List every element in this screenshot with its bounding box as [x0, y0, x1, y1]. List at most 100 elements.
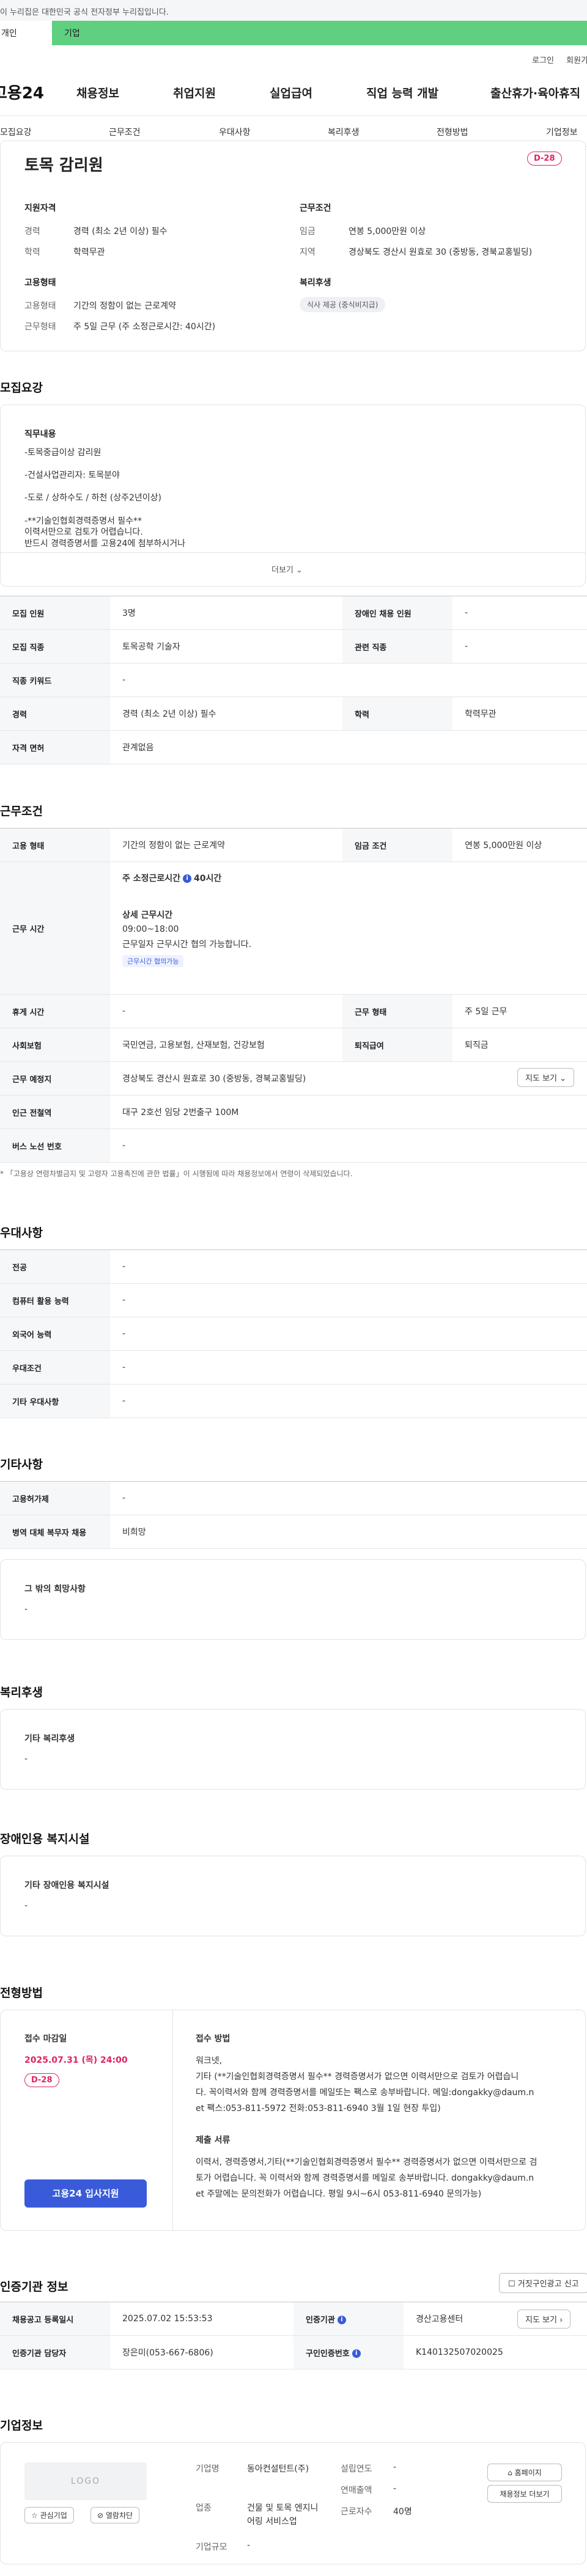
cell-label: 근무 형태: [342, 994, 452, 1028]
weekly-hours-label: 주 소정근로시간: [122, 874, 181, 884]
report-label: 거짓구인광고 신고: [517, 2280, 579, 2289]
table-row: 모집 직종 토목공학 기술자 관련 직종 -: [0, 629, 587, 664]
cell-value: 대구 2호선 임당 2번출구 100M: [110, 1095, 587, 1129]
cell-label: 기타 우대사항: [0, 1384, 110, 1418]
cell-label: 구인인증번호 i: [294, 2335, 404, 2369]
join-link[interactable]: 회원가입: [566, 56, 587, 65]
favorite-company-button[interactable]: ☆ 관심기업: [24, 2507, 74, 2523]
anchor-process[interactable]: 전형방법: [437, 126, 468, 138]
cell-value: K140132507020025: [404, 2335, 587, 2369]
gnb-job-info[interactable]: 채용정보: [76, 84, 119, 101]
login-link[interactable]: 로그인: [532, 56, 554, 65]
apply-button[interactable]: 고용24 입사지원: [24, 2179, 147, 2208]
sales-value: -: [393, 2484, 397, 2494]
homepage-button[interactable]: ⌂ 홈페이지: [487, 2464, 562, 2481]
more-jobs-button[interactable]: 채용정보 더보기: [487, 2485, 562, 2503]
etc-table: 고용허가제 - 병역 대체 복무자 채용 비희망: [0, 1481, 587, 1549]
worktype-value: 주 5일 근무 (주 소정근로시간: 40시간): [73, 322, 216, 332]
table-row: 버스 노선 번호 -: [0, 1129, 587, 1163]
cell-value: -: [110, 1283, 587, 1317]
cell-value: 연봉 5,000만원 이상: [452, 828, 587, 862]
conditions-heading: 근무조건: [300, 203, 331, 213]
method-line: 기타 (**기술인협회경력증명서 필수** 경력증명서가 없으면 이력서만으로 …: [196, 2072, 519, 2082]
anchor-company[interactable]: 기업정보: [546, 126, 578, 138]
tab-company[interactable]: 기업: [52, 21, 587, 45]
qualification-heading: 지원자격: [24, 203, 56, 213]
age-notice: * 「고용상 연령차별금지 및 고령자 고용촉진에 관한 법률」이 시행됨에 따…: [0, 1169, 353, 1178]
table-row: 채용공고 등록일시 2025.07.02 15:53:53 인증기관 i 경산고용…: [0, 2302, 587, 2336]
cell-value: -: [110, 994, 342, 1028]
anchor-welfare[interactable]: 복리후생: [328, 126, 360, 138]
cell-label: 근무 시간: [0, 862, 110, 995]
size-value: -: [247, 2541, 251, 2550]
favorite-label: 관심기업: [40, 2511, 67, 2520]
agency-map-button[interactable]: 지도 보기 ›: [517, 2310, 571, 2329]
method-heading: 접수 방법: [196, 2034, 231, 2044]
table-row: 직종 키워드 -: [0, 663, 587, 697]
area-value: 경상북도 경산시 원효로 30 (중방동, 경북교홍빌딩): [349, 247, 533, 257]
cell-value: 2025.07.02 15:53:53: [110, 2302, 294, 2336]
cell-label: 장애인 채용 인원: [342, 596, 452, 630]
gnb-vocational-training[interactable]: 직업 능력 개발: [366, 84, 438, 101]
welfare-chip: 식사 제공 (중식비지급): [300, 297, 386, 312]
company-name-label: 기업명: [196, 2464, 220, 2474]
cell-label: 직종 키워드: [0, 663, 110, 697]
cell-value: -: [110, 1481, 587, 1515]
info-icon[interactable]: i: [183, 874, 192, 883]
site-logo[interactable]: 고용24: [0, 81, 44, 103]
cell-label: 인근 전철역: [0, 1095, 110, 1129]
map-view-button[interactable]: 지도 보기 ⌄: [517, 1068, 575, 1087]
method-line: et 팩스:053-811-5972 전화:053-811-6940 3월 1일…: [196, 2104, 441, 2113]
disability-value: -: [24, 1901, 28, 1911]
cell-label: 컴퓨터 활용 능력: [0, 1283, 110, 1317]
docs-line: 이력서, 경력증명서,기타(**기술인협회경력증명서 필수** 경력증명서가 없…: [196, 2157, 537, 2167]
anchor-work[interactable]: 근무조건: [109, 126, 141, 138]
cell-value: 3명: [110, 596, 342, 630]
industry-value: 건물 및 토목 엔지니어링 서비스업: [247, 2503, 319, 2527]
detail-hours-note: 근무일자 근무시간 협의 가능합니다.: [122, 940, 251, 950]
tab-personal[interactable]: 개인: [0, 21, 52, 45]
anchor-recruit[interactable]: 모집요강: [0, 126, 32, 138]
gnb-parental-leave[interactable]: 출산휴가·육아휴직: [490, 84, 580, 101]
cell-label: 퇴직급여: [342, 1028, 452, 1062]
negotiable-tag: 근무시간 협의가능: [122, 955, 184, 967]
method-line: 다. 꼭이력서와 함께 경력증명서를 메일또는 팩스로 송부바랍니다. 메일:d…: [196, 2088, 534, 2098]
weekly-hours-value: 40시간: [194, 874, 222, 884]
info-icon[interactable]: i: [337, 2316, 346, 2324]
cell-label: 버스 노선 번호: [0, 1129, 110, 1163]
cell-value: -: [110, 1250, 587, 1284]
table-row: 컴퓨터 활용 능력 -: [0, 1283, 587, 1317]
prefer-title: 우대사항: [0, 1226, 43, 1240]
welfare-card: [0, 1709, 586, 1790]
work-title: 근무조건: [0, 805, 43, 818]
table-row: 병역 대체 복무자 채용 비희망: [0, 1515, 587, 1549]
cell-label: 사회보험: [0, 1028, 110, 1062]
table-row: 인근 전철역 대구 2호선 임당 2번출구 100M: [0, 1095, 587, 1129]
weekly-hours: 주 소정근로시간 i 40시간: [122, 872, 575, 884]
cell-label: 경력: [0, 697, 110, 731]
edu-label: 학력: [24, 247, 40, 257]
anchor-prefer[interactable]: 우대사항: [219, 126, 251, 138]
cell-label: 임금 조건: [342, 828, 452, 862]
wage-value: 연봉 5,000만원 이상: [349, 227, 426, 236]
detail-hours-value: 09:00~18:00: [122, 924, 179, 934]
other-wish-heading: 그 밖의 희망사항: [24, 1584, 86, 1594]
chevron-right-icon: ›: [559, 2316, 563, 2325]
info-icon[interactable]: i: [352, 2349, 361, 2358]
cell-label: 고용 형태: [0, 828, 110, 862]
gnb-employment-support[interactable]: 취업지원: [173, 84, 216, 101]
emptype-value: 기간의 정함이 없는 근로계약: [73, 301, 176, 311]
block-company-button[interactable]: ⊘ 열람차단: [90, 2507, 140, 2523]
cell-label: 모집 인원: [0, 596, 110, 630]
job-detail-line: -토목중급이상 감리원: [24, 448, 102, 458]
global-nav: 고용24 채용정보 취업지원 실업급여 직업 능력 개발 출산휴가·육아휴직: [0, 67, 587, 116]
emp-count-value: 40명: [393, 2507, 412, 2517]
cell-label: 채용공고 등록일시: [0, 2302, 110, 2336]
gnb-unemployment-benefit[interactable]: 실업급여: [270, 84, 312, 101]
prefer-table: 전공 - 컴퓨터 활용 능력 - 외국어 능력 - 우대조건 - 기타 우대사항 -: [0, 1250, 587, 1418]
process-divider: [172, 2010, 173, 2231]
block-icon: ⊘: [97, 2511, 104, 2520]
report-button[interactable]: ☐ 거짓구인광고 신고: [499, 2273, 587, 2293]
table-row: 인증기관 담당자 장은미(053-667-6806) 구인인증번호 i K1401…: [0, 2335, 587, 2369]
more-button[interactable]: 더보기 ⌄: [271, 563, 303, 575]
